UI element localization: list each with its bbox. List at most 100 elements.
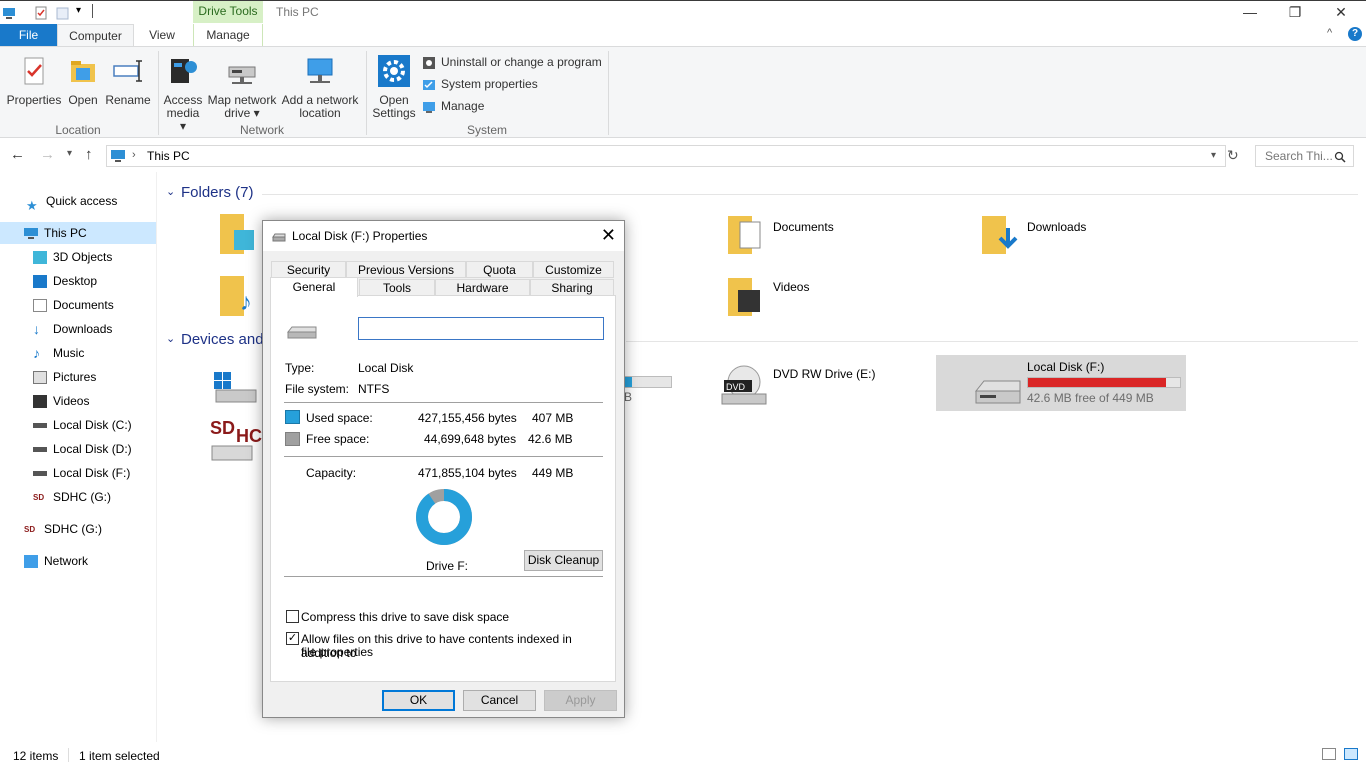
collapse-ribbon-icon[interactable]: ^: [1327, 27, 1332, 39]
tab-view[interactable]: View: [141, 24, 183, 46]
customize-qat-icon[interactable]: ▾: [76, 5, 81, 16]
address-bar[interactable]: › This PC ▾ ↻: [106, 145, 1239, 167]
collapse-devices-icon[interactable]: ⌄: [166, 332, 175, 345]
rename-button[interactable]: Rename: [104, 55, 152, 107]
dialog-title-bar[interactable]: Local Disk (F:) Properties ✕: [263, 221, 624, 251]
downloads-label[interactable]: Downloads: [1027, 220, 1086, 234]
cancel-button[interactable]: Cancel: [463, 690, 536, 711]
sidebar-item-downloads[interactable]: ↓ Downloads: [33, 318, 112, 340]
ok-button[interactable]: OK: [382, 690, 455, 711]
sidebar-item-local-disk-d[interactable]: Local Disk (D:): [33, 438, 132, 460]
sidebar-item-label: Downloads: [53, 322, 113, 336]
access-media-button[interactable]: Access media ▾: [163, 55, 203, 133]
capacity-label: Capacity:: [306, 466, 357, 480]
uninstall-program-button[interactable]: Uninstall or change a program: [422, 53, 602, 71]
tab-manage[interactable]: Manage: [193, 24, 263, 46]
local-disk-icon: [33, 447, 47, 453]
manage-button[interactable]: Manage: [422, 97, 484, 115]
local-disk-f-tile[interactable]: Local Disk (F:) 42.6 MB free of 449 MB: [936, 355, 1186, 411]
windows-drive-icon[interactable]: [212, 370, 260, 406]
tab-file[interactable]: File: [0, 24, 57, 46]
sidebar-item-videos[interactable]: Videos: [33, 390, 89, 412]
system-properties-icon: [423, 79, 435, 90]
large-icons-view-icon[interactable]: [1344, 748, 1358, 760]
new-folder-qat-icon[interactable]: [56, 6, 70, 20]
devices-header[interactable]: Devices and: [181, 331, 264, 348]
open-settings-button[interactable]: Open Settings: [372, 55, 416, 120]
compress-label[interactable]: Compress this drive to save disk space: [301, 610, 509, 624]
collapse-folders-icon[interactable]: ⌄: [166, 185, 175, 198]
add-network-location-label-2: location: [299, 106, 341, 120]
tab-general[interactable]: General: [270, 277, 358, 297]
open-button[interactable]: Open: [66, 55, 100, 107]
sidebar-item-quick-access[interactable]: ★ Quick access: [26, 190, 117, 213]
properties-button[interactable]: Properties: [6, 55, 62, 107]
dialog-close-icon[interactable]: ✕: [601, 225, 616, 246]
tab-previous-versions[interactable]: Previous Versions: [346, 261, 466, 278]
network-group-label: Network: [239, 123, 284, 137]
properties-qat-icon[interactable]: [34, 6, 48, 20]
system-properties-button[interactable]: System properties: [422, 75, 538, 93]
restore-button[interactable]: ❐: [1272, 1, 1318, 25]
sidebar-item-this-pc[interactable]: This PC: [24, 222, 87, 244]
forward-arrow-icon[interactable]: →: [40, 146, 55, 163]
index-label-line-2[interactable]: file properties: [301, 645, 373, 659]
recent-locations-icon[interactable]: ▾: [67, 148, 72, 159]
apply-button[interactable]: Apply: [544, 690, 617, 711]
sidebar-item-sdhc-g[interactable]: SD SDHC (G:): [33, 486, 111, 508]
refresh-icon[interactable]: ↻: [1227, 147, 1239, 164]
details-view-icon[interactable]: [1322, 748, 1336, 760]
videos-folder-icon[interactable]: [726, 274, 766, 318]
open-folder-icon: [71, 61, 95, 82]
location-group-label: Location: [55, 123, 101, 137]
tab-customize[interactable]: Customize: [533, 261, 614, 278]
tab-hardware[interactable]: Hardware: [435, 279, 530, 296]
local-disk-icon: [33, 471, 47, 477]
type-value: Local Disk: [358, 361, 414, 375]
sidebar-item-label: SDHC (G:): [53, 490, 111, 504]
compress-checkbox[interactable]: [286, 610, 299, 623]
documents-folder-icon[interactable]: [726, 212, 766, 256]
folders-header[interactable]: Folders (7): [181, 184, 254, 201]
close-button[interactable]: ✕: [1318, 1, 1364, 25]
this-pc-icon: [111, 150, 125, 162]
up-arrow-icon[interactable]: ↑: [85, 146, 93, 163]
sidebar-item-documents[interactable]: Documents: [33, 294, 114, 316]
tab-tools[interactable]: Tools: [359, 279, 435, 296]
map-network-drive-button[interactable]: Map network drive ▾: [207, 55, 277, 120]
sidebar-item-music[interactable]: ♪ Music: [33, 342, 84, 364]
sidebar-item-network[interactable]: Network: [24, 550, 88, 572]
address-dropdown-icon[interactable]: ▾: [1211, 150, 1216, 161]
music-folder-icon[interactable]: ♪: [218, 274, 258, 318]
dvd-drive-icon[interactable]: DVD: [720, 364, 768, 408]
sidebar-item-local-disk-c[interactable]: Local Disk (C:): [33, 414, 132, 436]
3d-objects-folder-icon[interactable]: [218, 212, 258, 256]
tab-sharing[interactable]: Sharing: [530, 279, 614, 296]
tab-security[interactable]: Security: [271, 261, 346, 278]
dvd-drive-label[interactable]: DVD RW Drive (E:): [773, 367, 875, 381]
address-path[interactable]: This PC: [147, 149, 190, 163]
help-icon[interactable]: ?: [1348, 27, 1362, 41]
sidebar-item-local-disk-f[interactable]: Local Disk (F:): [33, 462, 130, 484]
sdhc-drive-icon[interactable]: SD HC: [210, 416, 262, 464]
tab-quota[interactable]: Quota: [466, 261, 533, 278]
back-arrow-icon[interactable]: ←: [10, 146, 25, 163]
drive-title-icon: [272, 233, 286, 242]
index-checkbox[interactable]: ✓: [286, 632, 299, 645]
manage-label: Manage: [441, 99, 485, 113]
add-network-location-button[interactable]: Add a network location: [281, 55, 359, 120]
minimize-button[interactable]: —: [1227, 1, 1273, 25]
uninstall-icon: [423, 56, 435, 69]
downloads-folder-icon[interactable]: [980, 212, 1020, 256]
drive-label-input[interactable]: [358, 317, 604, 340]
disk-cleanup-button[interactable]: Disk Cleanup: [524, 550, 603, 571]
videos-label[interactable]: Videos: [773, 280, 809, 294]
sidebar-item-sdhc[interactable]: SD SDHC (G:): [24, 518, 102, 540]
sidebar-item-3d-objects[interactable]: 3D Objects: [33, 246, 112, 268]
sidebar-item-desktop[interactable]: Desktop: [33, 270, 97, 292]
breadcrumb-chevron-icon[interactable]: ›: [132, 149, 136, 161]
pictures-icon: [33, 371, 47, 385]
sidebar-item-pictures[interactable]: Pictures: [33, 366, 96, 388]
tab-computer[interactable]: Computer: [57, 24, 134, 46]
documents-label[interactable]: Documents: [773, 220, 834, 234]
